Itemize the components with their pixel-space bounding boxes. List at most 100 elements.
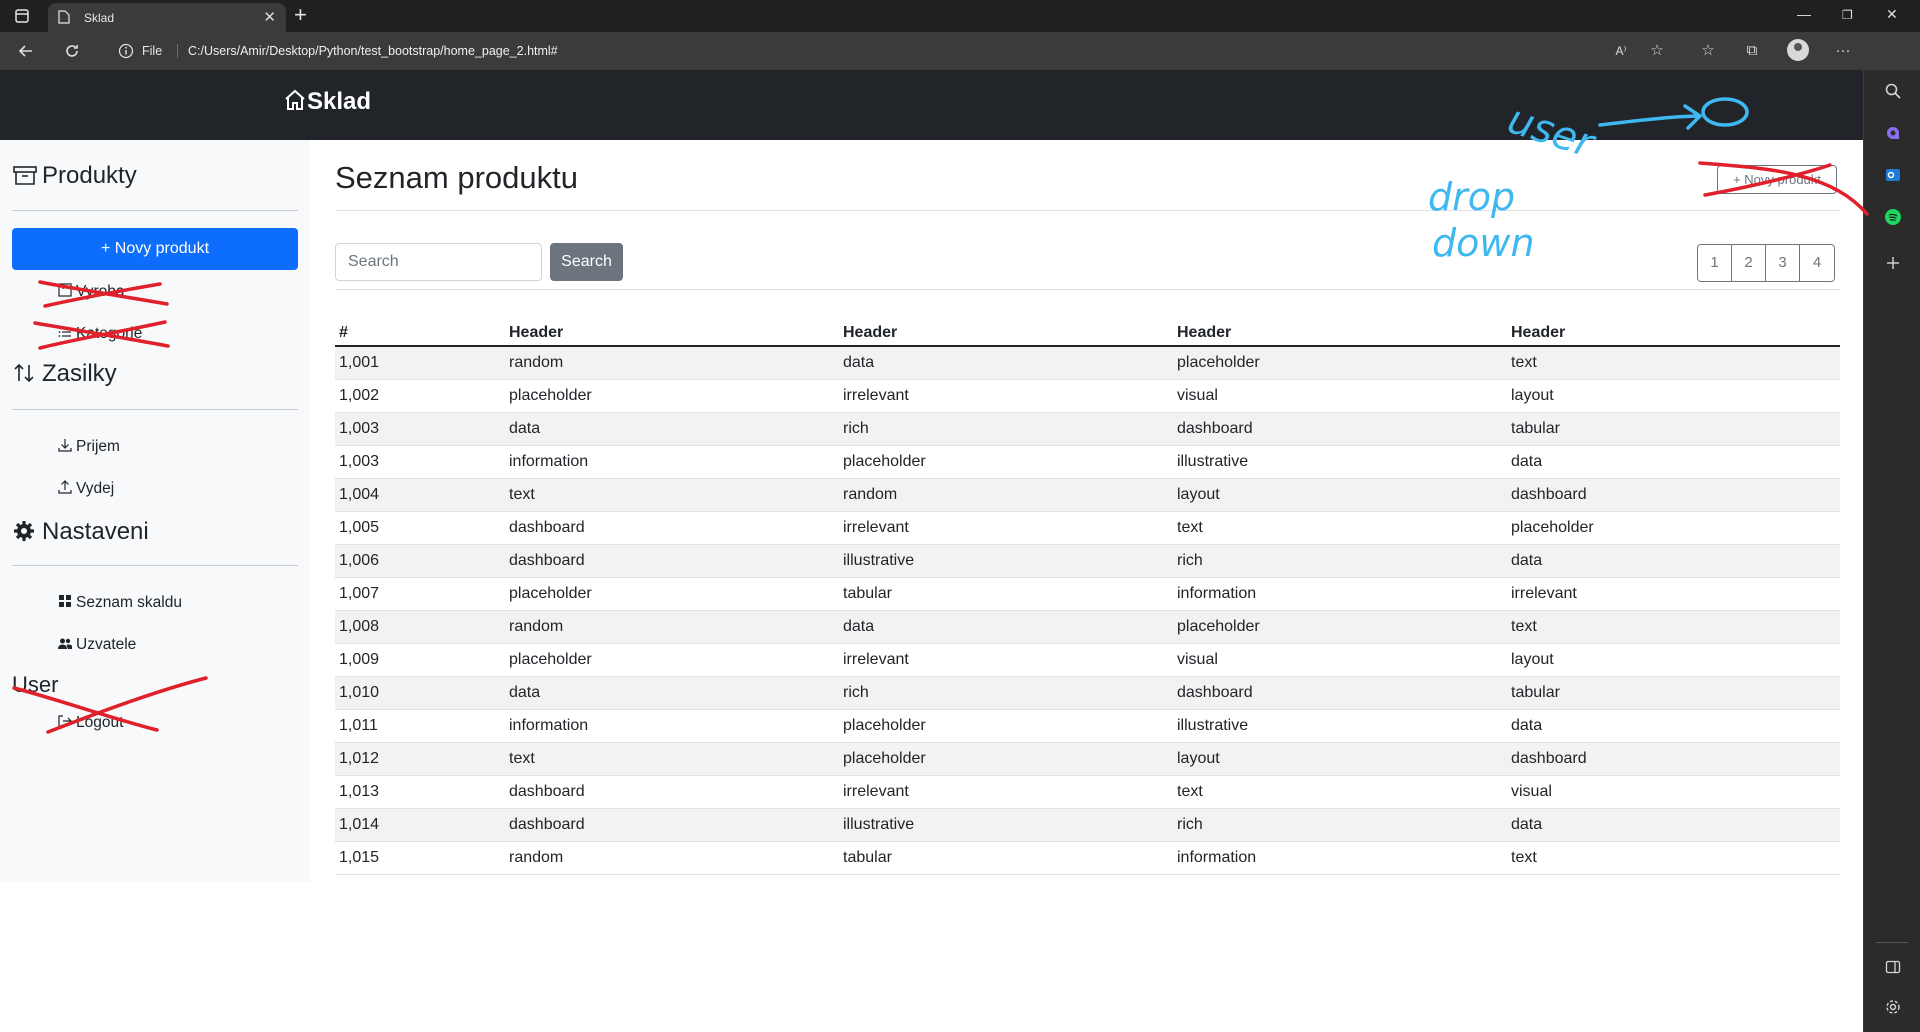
table-cell: data xyxy=(1507,709,1840,743)
url-field[interactable]: File C:/Users/Amir/Desktop/Python/test_b… xyxy=(108,37,1668,65)
table-cell: text xyxy=(1173,775,1507,809)
row-id-cell: 1,014 xyxy=(335,808,505,842)
window-menu-icon[interactable] xyxy=(14,8,30,24)
table-row: 1,009 placeholder irrelevant visual layout xyxy=(335,643,1840,677)
sidebar-item-vydej[interactable]: Vydej xyxy=(57,479,114,498)
file-label: File xyxy=(142,44,163,58)
download-icon xyxy=(58,439,72,452)
table-row: 1,006 dashboard illustrative rich data xyxy=(335,544,1840,578)
sidebar-item-vyroba[interactable]: Vyroba xyxy=(57,282,125,301)
settings-gear-icon[interactable] xyxy=(1884,998,1902,1016)
search-input[interactable] xyxy=(335,243,542,281)
table-row: 1,007 placeholder tabular information irrele… xyxy=(335,577,1840,611)
profile-avatar[interactable] xyxy=(1787,39,1809,61)
copilot-icon[interactable] xyxy=(1884,124,1902,142)
row-id-cell: 1,004 xyxy=(335,478,505,512)
page-icon xyxy=(58,10,70,24)
table-cell: data xyxy=(1507,445,1840,479)
table-cell: information xyxy=(505,445,839,479)
table-row: 1,015 random tabular information text xyxy=(335,841,1840,875)
sidebar-item-label: Kategorie xyxy=(76,325,143,342)
edge-sidebar xyxy=(1863,70,1920,1032)
table-row: 1,003 information placeholder illustrative d… xyxy=(335,445,1840,479)
table-cell: irrelevant xyxy=(1507,577,1840,611)
table-cell: data xyxy=(505,676,839,710)
table-cell: data xyxy=(839,610,1173,644)
restore-icon[interactable]: ❐ xyxy=(1842,8,1853,22)
gear-icon xyxy=(14,521,34,541)
page-link-1[interactable]: 1 xyxy=(1698,245,1732,281)
read-aloud-icon[interactable]: A⁾ xyxy=(1610,40,1632,62)
arrows-up-down-icon xyxy=(14,363,34,383)
section-title-text: Nastaveni xyxy=(42,518,149,545)
sidebar-item-uzvatele[interactable]: Uzvatele xyxy=(57,635,136,654)
refresh-icon[interactable] xyxy=(62,41,82,61)
table-row: 1,001 random data placeholder text xyxy=(335,346,1840,380)
sidebar-item-kategorie[interactable]: Kategorie xyxy=(57,324,142,343)
upload-icon xyxy=(58,480,72,494)
section-divider xyxy=(12,409,298,410)
page-link-2[interactable]: 2 xyxy=(1732,245,1766,281)
row-id-cell: 1,003 xyxy=(335,445,505,479)
back-icon[interactable] xyxy=(16,41,36,61)
close-window-icon[interactable]: ✕ xyxy=(1886,6,1898,23)
page-link-3[interactable]: 3 xyxy=(1766,245,1800,281)
table-cell: information xyxy=(505,709,839,743)
table-cell: rich xyxy=(1173,808,1507,842)
row-id-cell: 1,006 xyxy=(335,544,505,578)
info-icon[interactable] xyxy=(118,43,134,59)
url-text[interactable]: C:/Users/Amir/Desktop/Python/test_bootst… xyxy=(188,44,558,58)
url-separator xyxy=(177,44,178,58)
table-cell: layout xyxy=(1507,379,1840,413)
favorites-icon[interactable]: ☆ xyxy=(1697,40,1719,62)
hide-sidebar-icon[interactable] xyxy=(1884,958,1902,976)
table-cell: tabular xyxy=(1507,412,1840,446)
add-sidebar-app-icon[interactable] xyxy=(1884,254,1902,272)
sidebar-item-logout[interactable]: Logout xyxy=(57,713,123,732)
brand-link[interactable]: Sklad xyxy=(283,88,371,116)
outlook-icon[interactable] xyxy=(1884,166,1902,184)
table-cell: random xyxy=(839,478,1173,512)
minimize-icon[interactable]: — xyxy=(1797,6,1811,22)
section-title-user: User xyxy=(12,672,59,697)
browser-tab[interactable]: Sklad ✕ xyxy=(48,3,286,32)
table-cell: dashboard xyxy=(1507,742,1840,776)
brand-text: Sklad xyxy=(307,88,372,115)
table-cell: data xyxy=(505,412,839,446)
table-cell: text xyxy=(505,478,839,512)
address-bar-row: File C:/Users/Amir/Desktop/Python/test_b… xyxy=(0,32,1920,96)
more-menu-icon[interactable]: ··· xyxy=(1832,40,1854,62)
pagination: 1 2 3 4 xyxy=(1697,244,1835,282)
new-product-outline-button[interactable]: + Novy produkt xyxy=(1717,165,1837,194)
new-product-button[interactable]: + Novy produkt xyxy=(12,228,298,270)
row-id-cell: 1,010 xyxy=(335,676,505,710)
handwritten-note-line-3: down xyxy=(1432,221,1535,265)
table-cell: random xyxy=(505,610,839,644)
search-icon[interactable] xyxy=(1884,82,1902,100)
spotify-icon[interactable] xyxy=(1884,208,1902,226)
column-header: Header xyxy=(1507,313,1840,347)
table-cell: tabular xyxy=(1507,676,1840,710)
sidebar-item-label: Vydej xyxy=(76,480,115,497)
table-cell: placeholder xyxy=(839,709,1173,743)
users-icon xyxy=(58,638,72,649)
table-row: 1,008 random data placeholder text xyxy=(335,610,1840,644)
page-link-4[interactable]: 4 xyxy=(1800,245,1834,281)
row-id-cell: 1,012 xyxy=(335,742,505,776)
sidebar-item-seznam-skaldu[interactable]: Seznam skaldu xyxy=(57,593,182,612)
sidebar-item-prijem[interactable]: Prijem xyxy=(57,437,120,456)
table-cell: illustrative xyxy=(1173,445,1507,479)
section-divider xyxy=(12,210,298,211)
left-sidebar: Produkty + Novy produkt Vyroba Kategorie… xyxy=(0,140,310,882)
table-cell: placeholder xyxy=(1173,346,1507,380)
new-tab-button[interactable]: + xyxy=(294,3,307,27)
table-cell: text xyxy=(1507,346,1840,380)
table-cell: information xyxy=(1173,841,1507,875)
search-button[interactable]: Search xyxy=(550,243,623,281)
section-title-produkty: Produkty xyxy=(12,162,137,190)
table-row: 1,011 information placeholder illustrative d… xyxy=(335,709,1840,743)
close-tab-icon[interactable]: ✕ xyxy=(263,8,276,26)
collections-icon[interactable]: ⧉ xyxy=(1741,40,1763,62)
table-cell: data xyxy=(1507,808,1840,842)
add-favorite-icon[interactable]: ☆ xyxy=(1646,40,1668,62)
